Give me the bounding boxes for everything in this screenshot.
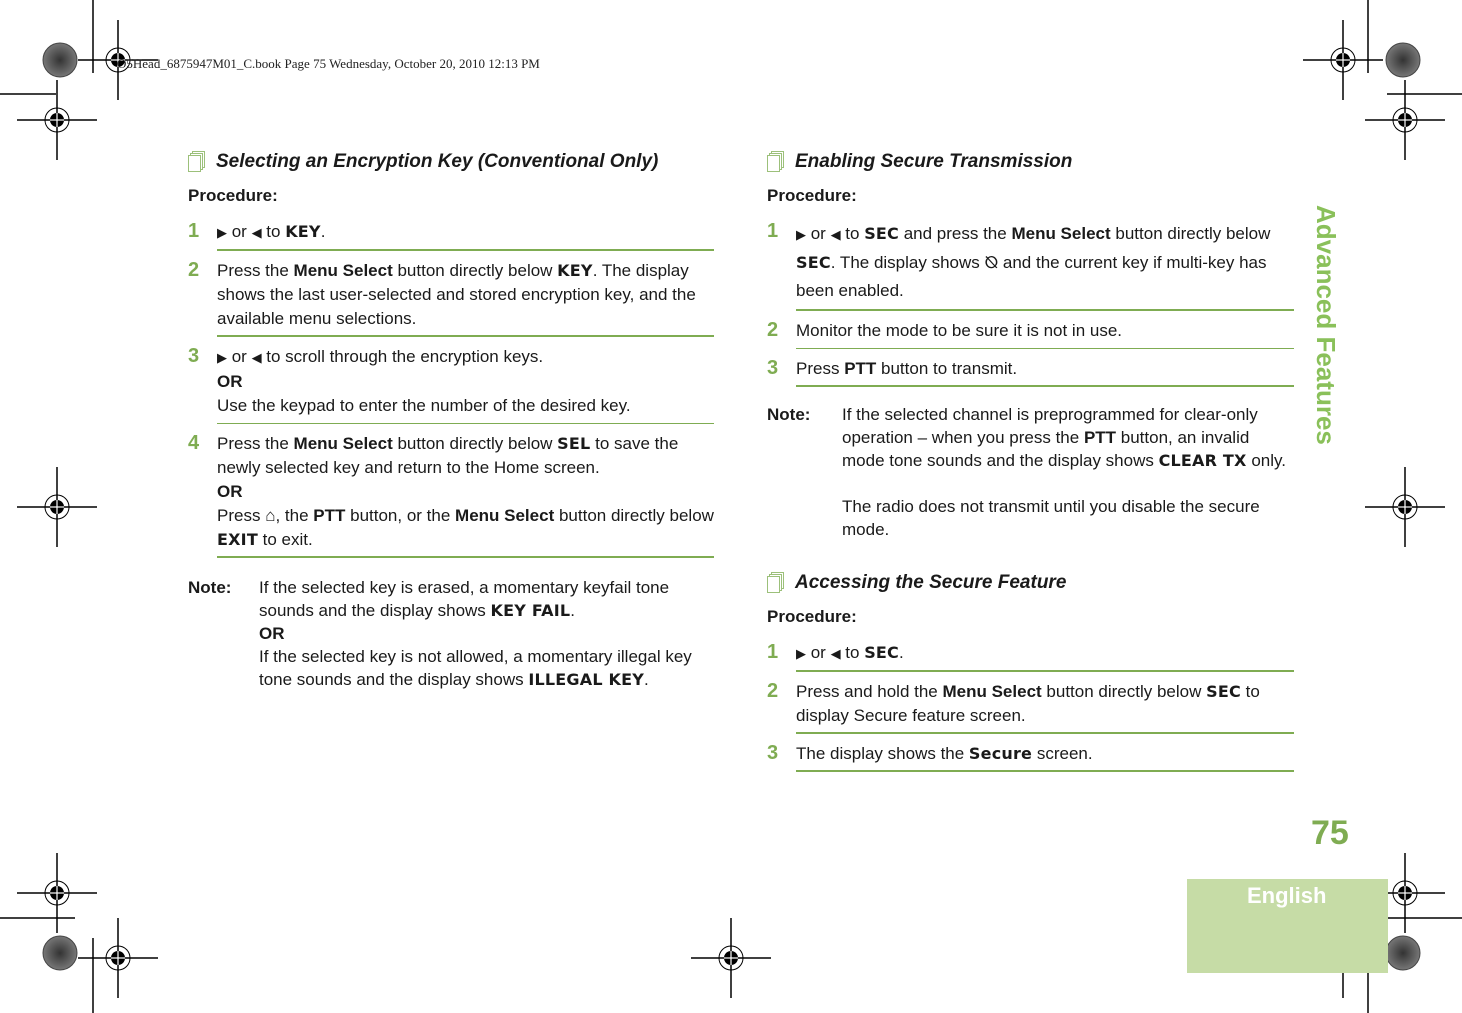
procedure-step: 2 Press the Menu Select button directly … (188, 259, 714, 337)
registration-mark (77, 917, 159, 999)
star-target (42, 42, 78, 78)
note-label: Note: (767, 405, 811, 424)
registration-mark (16, 852, 98, 934)
left-arrow-icon: ◀ (830, 646, 841, 661)
star-target (1385, 42, 1421, 78)
step-number: 3 (767, 357, 779, 379)
procedure-step: 4 Press the Menu Select button directly … (188, 432, 714, 558)
display-text: SEC (864, 224, 899, 243)
procedure-step: 2 Press and hold the Menu Select button … (767, 680, 1294, 734)
step-number: 1 (188, 220, 200, 242)
section-heading: Selecting an Encryption Key (Conventiona… (188, 150, 714, 174)
display-text: CLEAR TX (1158, 451, 1247, 470)
step-number: 2 (767, 319, 779, 341)
chapter-side-tab: Advanced Features (1310, 205, 1350, 485)
registration-mark (16, 466, 98, 548)
note-label: Note: (188, 578, 232, 597)
display-text: SEC (1206, 682, 1241, 701)
right-arrow-icon: ▶ (796, 227, 806, 242)
step-number: 1 (767, 220, 779, 242)
procedure-step: 1 ▶ or ◀ to SEC. (767, 641, 1294, 672)
left-arrow-icon: ◀ (830, 227, 841, 242)
section-title: Selecting an Encryption Key (Conventiona… (216, 151, 659, 172)
display-text: SEC (796, 253, 831, 272)
step-number: 3 (188, 345, 200, 367)
procedure-step: 3 Press PTT button to transmit. (767, 357, 1294, 387)
or-label: OR (217, 372, 243, 391)
right-arrow-icon: ▶ (217, 350, 227, 365)
pages-icon (188, 151, 208, 173)
section-title: Enabling Secure Transmission (795, 151, 1073, 172)
print-header: O5Head_6875947M01_C.book Page 75 Wednesd… (117, 56, 540, 71)
procedure-label: Procedure: (767, 186, 857, 205)
procedure-step: 1 ▶ or ◀ to KEY. (188, 220, 714, 251)
step-number: 4 (188, 432, 200, 454)
procedure-label: Procedure: (767, 607, 857, 626)
display-text: EXIT (217, 530, 258, 549)
language-label: English (1247, 883, 1327, 908)
step-number: 2 (767, 680, 779, 702)
procedure-label: Procedure: (188, 186, 278, 205)
pages-icon (767, 572, 787, 594)
left-arrow-icon: ◀ (251, 350, 262, 365)
procedure-step: 2 Monitor the mode to be sure it is not … (767, 319, 1294, 349)
page-number: 75 (1311, 814, 1349, 852)
right-column: Enabling Secure Transmission Procedure: … (767, 150, 1294, 780)
display-text: KEY FAIL (490, 601, 571, 620)
home-icon: ⌂ (265, 506, 276, 525)
display-text: Secure (968, 744, 1033, 763)
section-heading: Accessing the Secure Feature (767, 571, 1294, 595)
display-text: SEL (557, 434, 591, 453)
registration-mark (16, 79, 98, 161)
star-target (42, 935, 78, 971)
display-text: ILLEGAL KEY (528, 670, 645, 689)
step-number: 3 (767, 742, 779, 764)
section-title: Accessing the Secure Feature (795, 572, 1067, 593)
right-arrow-icon: ▶ (217, 225, 227, 240)
step-number: 1 (767, 641, 779, 663)
right-arrow-icon: ▶ (796, 646, 806, 661)
star-target (1385, 935, 1421, 971)
secure-icon: ⦰ (984, 253, 999, 272)
section-heading: Enabling Secure Transmission (767, 150, 1294, 174)
note: Note: If the selected key is erased, a m… (188, 578, 692, 689)
language-tab: English (1187, 879, 1388, 973)
registration-mark (1364, 466, 1446, 548)
display-text: SEC (864, 643, 899, 662)
or-label: OR (259, 624, 285, 643)
left-column: Selecting an Encryption Key (Conventiona… (188, 150, 714, 691)
display-text: KEY (285, 222, 321, 241)
step-number: 2 (188, 259, 200, 281)
left-arrow-icon: ◀ (251, 225, 262, 240)
registration-mark (1302, 19, 1384, 101)
procedure-step: 3 ▶ or ◀ to scroll through the encryptio… (188, 345, 714, 424)
pages-icon (767, 151, 787, 173)
registration-mark (690, 917, 772, 999)
or-label: OR (217, 482, 243, 501)
display-text: KEY (557, 261, 593, 280)
procedure-step: 3 The display shows the Secure screen. (767, 742, 1294, 772)
procedure-step: 1 ▶ or ◀ to SEC and press the Menu Selec… (767, 220, 1294, 311)
note: Note: If the selected channel is preprog… (767, 405, 1286, 539)
registration-mark (1364, 79, 1446, 161)
chapter-title: Advanced Features (1311, 205, 1341, 445)
